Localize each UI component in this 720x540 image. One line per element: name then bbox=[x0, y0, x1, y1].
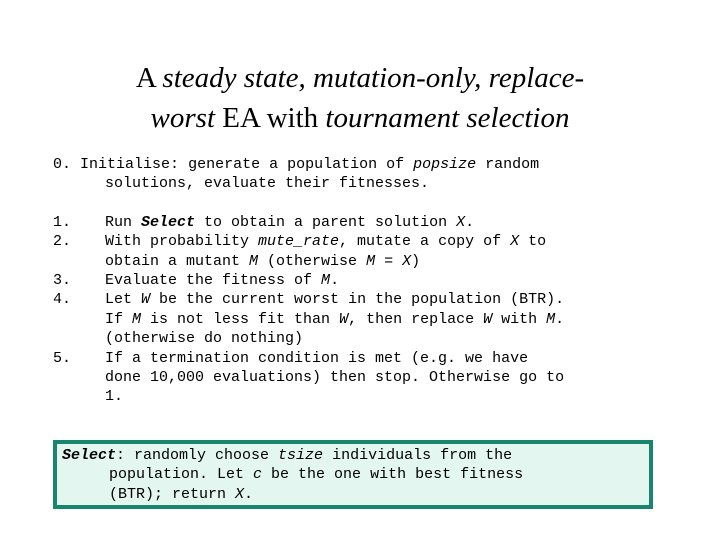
select-definition-box: Select: randomly choose tsize individual… bbox=[53, 440, 653, 509]
step-5-line-2: done 10,000 evaluations) then stop. Othe… bbox=[105, 369, 565, 387]
step-0-text-a: generate a population of bbox=[179, 156, 414, 173]
step-4-line2-var-m: M bbox=[132, 310, 142, 328]
step-2-text-b: , mutate a copy of bbox=[339, 233, 511, 251]
step-2-continuation: obtain a mutant M (otherwise M = X) bbox=[105, 252, 663, 271]
step-item-1: 1. Run Select to obtain a parent solution… bbox=[53, 213, 663, 232]
step-4-line2-d: with bbox=[492, 310, 547, 328]
step-item-2: 2. With probability mute_rate, mutate a c… bbox=[53, 232, 663, 271]
title-line-1: A steady state, mutation-only, replace- bbox=[40, 58, 680, 98]
step-0-text-b: random bbox=[476, 156, 540, 173]
step-4-line-2: If M is not less fit than W, then replac… bbox=[105, 310, 663, 329]
title-line2-italic-1: worst bbox=[150, 102, 223, 134]
select-line3-var-x: X bbox=[235, 485, 245, 503]
title-line2-italic-2: tournament selection bbox=[325, 102, 570, 134]
step-1-keyword-select: Select bbox=[141, 213, 196, 231]
step-4-line-3: (otherwise do nothing) bbox=[105, 330, 304, 348]
step-2-cont-c: = bbox=[375, 252, 403, 270]
title-line1-italic: steady state, mutation-only, replace- bbox=[162, 62, 585, 94]
step-item-5: 5. If a termination condition is met (e.g… bbox=[53, 349, 663, 407]
step-group-spacer bbox=[53, 194, 663, 213]
step-0-var-popsize: popsize bbox=[413, 156, 477, 173]
step-4-line2-c: , then replace bbox=[348, 310, 484, 328]
select-text-b: individuals from the bbox=[323, 447, 513, 464]
step-2-cont-var-m2: M bbox=[366, 252, 376, 270]
select-line-2: population. Let c be the one with best f… bbox=[109, 465, 649, 484]
page-title: A steady state, mutation-only, replace- … bbox=[40, 58, 680, 138]
select-line3-a: (BTR); return bbox=[109, 485, 236, 503]
step-1-text-b: to obtain a parent solution bbox=[195, 213, 457, 231]
step-item-3: 3. Evaluate the fitness of M. bbox=[53, 271, 663, 290]
step-2-var-x: X bbox=[510, 233, 520, 251]
step-4-line2-var-w: W bbox=[339, 310, 349, 328]
step-1-text-c: . bbox=[465, 213, 475, 231]
step-4-number: 4. bbox=[53, 291, 72, 309]
step-1-var-x: X bbox=[456, 213, 466, 231]
select-var-tsize: tsize bbox=[278, 447, 324, 464]
step-4-line2-a: If bbox=[105, 310, 133, 328]
step-1-number: 1. bbox=[53, 213, 72, 231]
step-4-text-a: Let bbox=[105, 291, 142, 309]
title-line-2: worst EA with tournament selection bbox=[40, 98, 680, 138]
step-5-number: 5. bbox=[53, 349, 72, 367]
step-2-cont-var-x: X bbox=[402, 252, 412, 270]
step-4-line2-var-m2: M bbox=[546, 310, 556, 328]
title-line1-roman: A bbox=[135, 62, 163, 94]
step-0-label: Initialise: bbox=[80, 156, 180, 173]
step-5-text-a: If a termination condition is met (e.g. … bbox=[105, 349, 529, 367]
step-2-cont-d: ) bbox=[411, 252, 421, 270]
select-line-3: (BTR); return X. bbox=[109, 485, 649, 504]
algorithm-steps-list: 0. Initialise: generate a population of … bbox=[53, 155, 663, 407]
step-0-number: 0. bbox=[53, 156, 72, 173]
step-item-4: 4. Let W be the current worst in the popu… bbox=[53, 290, 663, 348]
select-line2-a: population. Let bbox=[109, 466, 254, 484]
step-2-var-mute-rate: mute_rate bbox=[258, 233, 340, 251]
step-2-text-a: With probability bbox=[105, 233, 259, 251]
step-4-text-b: be the current worst in the population (… bbox=[150, 291, 565, 309]
title-line2-roman: EA with bbox=[222, 102, 326, 134]
select-definition-text: Select: randomly choose tsize individual… bbox=[57, 444, 649, 504]
step-3-number: 3. bbox=[53, 272, 72, 290]
select-line2-b: be the one with best fitness bbox=[262, 466, 524, 484]
select-line3-b: . bbox=[244, 485, 254, 503]
step-2-cont-b: (otherwise bbox=[258, 252, 367, 270]
step-3-text-a: Evaluate the fitness of bbox=[105, 272, 322, 290]
step-3-text-b: . bbox=[330, 272, 340, 290]
step-4-line2-b: is not less fit than bbox=[141, 310, 340, 328]
step-2-cont-a: obtain a mutant bbox=[105, 252, 250, 270]
step-2-cont-var-m: M bbox=[249, 252, 259, 270]
step-3-var-m: M bbox=[321, 272, 331, 290]
step-4-var-w: W bbox=[141, 291, 151, 309]
select-text-a: : randomly choose bbox=[116, 447, 279, 464]
step-4-line2-e: . bbox=[555, 310, 565, 328]
step-2-text-c: to bbox=[519, 233, 547, 251]
select-line2-var-c: c bbox=[253, 466, 263, 484]
step-2-number: 2. bbox=[53, 233, 72, 251]
step-5-line-3: 1. bbox=[105, 388, 124, 406]
select-keyword: Select bbox=[62, 447, 117, 464]
step-0-continuation: solutions, evaluate their fitnesses. bbox=[105, 175, 430, 193]
step-1-text-a: Run bbox=[105, 213, 142, 231]
step-item-0: 0. Initialise: generate a population of … bbox=[53, 155, 663, 194]
step-4-line2-var-w2: W bbox=[483, 310, 493, 328]
